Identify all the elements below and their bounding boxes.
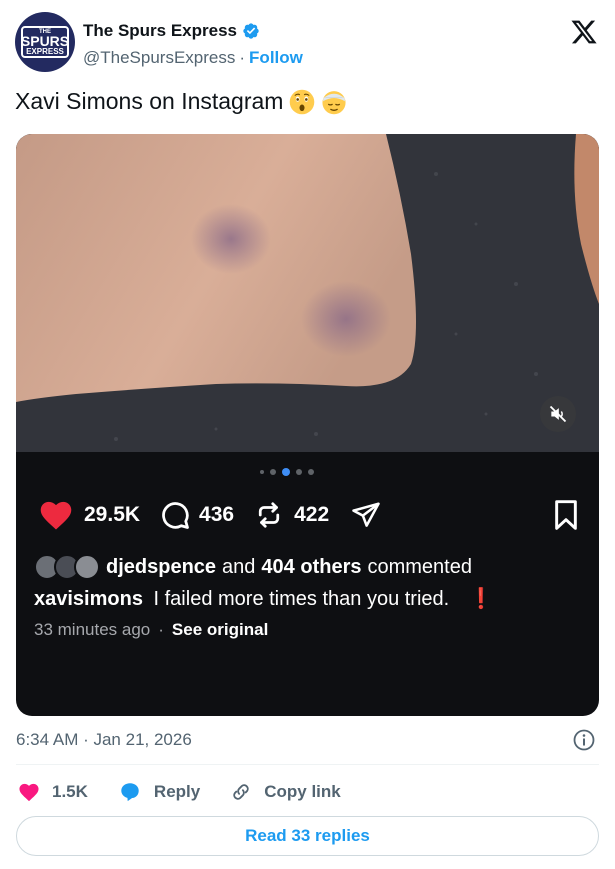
tweet-header: THE SPURS EXPRESS The Spurs Express @The… xyxy=(15,12,600,74)
heart-icon xyxy=(19,783,39,802)
follow-button[interactable]: Follow xyxy=(249,48,303,68)
carousel-dot[interactable] xyxy=(270,469,276,475)
reply-button[interactable]: Reply xyxy=(118,781,200,803)
mute-button[interactable] xyxy=(540,396,576,432)
speaker-muted-icon xyxy=(549,405,567,423)
carousel-dot[interactable] xyxy=(308,469,314,475)
tweet-text: Xavi Simons on Instagram xyxy=(15,88,347,115)
time-ago: 33 minutes ago xyxy=(34,620,151,639)
share-action[interactable] xyxy=(349,500,383,530)
meta-separator: · xyxy=(158,620,164,639)
reply-bubble-icon xyxy=(121,783,139,802)
account-handle[interactable]: @TheSpursExpress xyxy=(83,48,235,68)
see-original-link[interactable]: See original xyxy=(172,620,268,640)
read-replies-button[interactable]: Read 33 replies xyxy=(16,816,599,856)
commented-suffix: commented xyxy=(367,555,472,578)
like-count: 29.5K xyxy=(84,503,141,526)
name-row: The Spurs Express xyxy=(83,21,260,41)
avatar-logo-express: EXPRESS xyxy=(26,46,64,56)
caption-username[interactable]: xavisimons xyxy=(34,588,143,610)
carousel-dot[interactable] xyxy=(296,469,302,475)
heart-icon xyxy=(40,501,72,530)
carousel-dot-active[interactable] xyxy=(282,468,290,476)
tweet-text-content: Xavi Simons on Instagram xyxy=(15,88,284,114)
save-action[interactable] xyxy=(552,499,580,531)
post-caption: xavisimons I failed more times than you … xyxy=(34,586,494,611)
send-icon xyxy=(352,502,380,527)
commented-others[interactable]: 404 others xyxy=(261,556,361,579)
carousel-dots[interactable] xyxy=(260,468,314,476)
post-meta: 33 minutes ago · See original xyxy=(34,620,268,640)
commented-joiner: and xyxy=(222,555,256,578)
comment-bubble-icon xyxy=(162,502,189,529)
like-count: 1.5K xyxy=(52,782,88,801)
tweet-timestamp[interactable]: 6:34 AM · Jan 21, 2026 xyxy=(16,730,192,750)
copy-link-label: Copy link xyxy=(264,782,341,801)
like-action[interactable]: 29.5K xyxy=(38,499,140,531)
avatar xyxy=(74,554,100,580)
post-actions: 29.5K 436 422 xyxy=(38,497,578,533)
comment-count: 436 xyxy=(199,503,235,526)
post-photo[interactable] xyxy=(16,134,599,452)
repost-icon xyxy=(258,502,280,528)
x-logo-icon[interactable] xyxy=(570,18,598,46)
avatar-logo: THE SPURS EXPRESS xyxy=(21,26,69,58)
commenter-username[interactable]: djedspence xyxy=(106,556,216,579)
account-name[interactable]: The Spurs Express xyxy=(83,21,237,41)
verified-badge-icon xyxy=(243,23,259,39)
bookmark-icon xyxy=(555,500,577,530)
repost-action[interactable]: 422 xyxy=(254,500,329,530)
carousel-dot[interactable] xyxy=(260,470,264,474)
info-icon[interactable] xyxy=(572,728,596,752)
caption-text: I failed more times than you tried. xyxy=(153,588,450,610)
avatar-logo-spurs: SPURS xyxy=(20,32,70,49)
exclamation-mark-icon: ❗ xyxy=(468,588,494,610)
commenter-avatars xyxy=(34,552,102,582)
comment-action[interactable]: 436 xyxy=(160,500,234,530)
repost-count: 422 xyxy=(294,503,330,526)
divider xyxy=(16,764,599,765)
commenters-row: djedspence and 404 others commented xyxy=(34,552,472,582)
handle-separator: · xyxy=(239,48,246,67)
reply-label: Reply xyxy=(153,782,201,801)
copy-link-button[interactable]: Copy link xyxy=(230,781,341,803)
handle-row: @TheSpursExpress · Follow xyxy=(83,48,303,68)
instagram-embed-card[interactable]: 29.5K 436 422 djedspence and 404 others … xyxy=(16,134,599,716)
engagement-bar: 1.5K Reply Copy link xyxy=(18,778,371,806)
like-button[interactable]: 1.5K xyxy=(18,782,88,802)
head-bandage-emoji-icon xyxy=(322,90,347,114)
link-icon xyxy=(233,784,249,800)
account-avatar[interactable]: THE SPURS EXPRESS xyxy=(15,12,75,72)
astonished-face-emoji-icon xyxy=(290,89,315,114)
